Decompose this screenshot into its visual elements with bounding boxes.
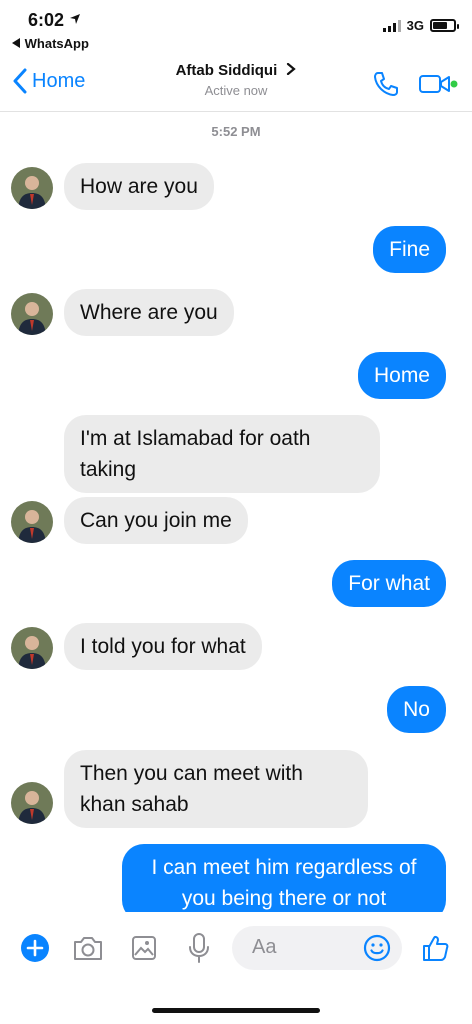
avatar[interactable] <box>11 167 53 209</box>
conversation-header: Home Aftab Siddiqui Active now <box>0 56 472 112</box>
location-arrow-icon <box>70 14 81 24</box>
avatar[interactable] <box>11 501 53 543</box>
status-time: 6:02 <box>28 10 81 31</box>
plus-icon[interactable] <box>20 933 50 963</box>
battery-icon <box>430 19 459 32</box>
incoming-message-bubble[interactable]: Can you join me <box>64 497 248 544</box>
phone-icon[interactable] <box>372 70 400 98</box>
status-bar: 6:02 WhatsApp 3G <box>0 0 472 56</box>
video-camera-icon[interactable] <box>418 70 458 98</box>
incoming-message-bubble[interactable]: I told you for what <box>64 623 262 670</box>
message-composer: Aa <box>0 912 472 982</box>
contact-name-text: Aftab Siddiqui <box>175 62 278 79</box>
emoji-icon[interactable] <box>362 933 392 963</box>
image-icon[interactable] <box>130 934 158 962</box>
incoming-message-bubble[interactable]: I'm at Islamabad for oath taking <box>64 415 380 493</box>
outgoing-message-bubble[interactable]: For what <box>332 560 446 607</box>
time-text: 6:02 <box>28 10 65 30</box>
avatar[interactable] <box>11 293 53 335</box>
outgoing-message-bubble[interactable]: No <box>387 686 446 733</box>
back-app-label: WhatsApp <box>24 36 89 51</box>
back-triangle-icon <box>12 38 20 48</box>
message-list[interactable]: 5:52 PM How are you Fine Where are you H… <box>0 112 472 912</box>
status-indicators: 3G <box>382 18 459 33</box>
signal-icon <box>382 19 401 32</box>
camera-icon[interactable] <box>72 934 104 962</box>
timestamp: 5:52 PM <box>211 124 261 139</box>
microphone-icon[interactable] <box>188 932 210 964</box>
outgoing-message-bubble[interactable]: I can meet him regardless of you being t… <box>122 844 446 912</box>
chevron-right-icon <box>287 62 297 76</box>
avatar[interactable] <box>11 627 53 669</box>
back-to-app-link[interactable]: WhatsApp <box>12 36 89 51</box>
outgoing-message-bubble[interactable]: Home <box>357 352 446 399</box>
network-type: 3G <box>406 18 424 33</box>
message-input[interactable]: Aa <box>232 926 402 970</box>
incoming-message-bubble[interactable]: Where are you <box>64 289 234 336</box>
message-input-placeholder: Aa <box>252 936 277 958</box>
incoming-message-bubble[interactable]: Then you can meet with khan sahab <box>64 750 368 828</box>
avatar[interactable] <box>11 782 53 824</box>
incoming-message-bubble[interactable]: How are you <box>64 163 214 210</box>
outgoing-message-bubble[interactable]: Fine <box>373 226 446 273</box>
home-indicator[interactable] <box>152 1008 320 1013</box>
call-actions <box>372 70 458 98</box>
thumbs-up-icon[interactable] <box>420 932 452 964</box>
